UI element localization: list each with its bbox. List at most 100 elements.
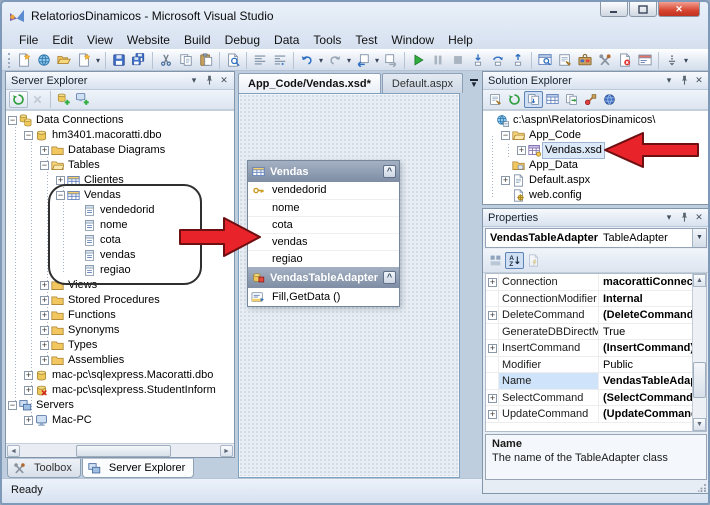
tool-tab-toolbox[interactable]: Toolbox bbox=[7, 458, 81, 478]
format-document-icon[interactable] bbox=[250, 51, 270, 69]
navigate-backward-icon[interactable] bbox=[353, 51, 373, 69]
step-over-icon[interactable] bbox=[488, 51, 508, 69]
server-explorer-item-hm3401-macoratti-dbo[interactable]: −hm3401.macoratti.dbo bbox=[6, 128, 234, 143]
property-value[interactable]: Public bbox=[599, 357, 706, 373]
server-explorer-item-synonyms[interactable]: +Synonyms bbox=[6, 323, 234, 338]
dataset-designer-surface[interactable]: Vendas ^ vendedoridnomecotavendasregiao … bbox=[238, 93, 460, 478]
break-all-icon[interactable] bbox=[428, 51, 448, 69]
chevron-down-icon[interactable]: ▼ bbox=[692, 229, 706, 247]
menu-edit[interactable]: Edit bbox=[45, 32, 80, 48]
server-explorer-item-assemblies[interactable]: +Assemblies bbox=[6, 353, 234, 368]
window-position-menu-icon[interactable]: ▾ bbox=[187, 74, 201, 88]
property-value[interactable]: (UpdateCommand) bbox=[599, 406, 706, 422]
close-panel-icon[interactable]: ✕ bbox=[217, 74, 231, 88]
add-new-item-icon[interactable] bbox=[74, 51, 94, 69]
scroll-right-icon[interactable]: ► bbox=[220, 445, 233, 457]
expand-icon[interactable]: + bbox=[40, 146, 49, 155]
expand-icon[interactable]: + bbox=[488, 311, 497, 320]
toolbar-grip[interactable] bbox=[8, 53, 11, 68]
server-explorer-item-regiao[interactable]: regiao bbox=[6, 263, 234, 278]
collapse-icon[interactable]: − bbox=[56, 191, 65, 200]
auto-hide-pin-icon[interactable] bbox=[202, 74, 216, 88]
object-browser-icon[interactable] bbox=[535, 51, 555, 69]
expand-icon[interactable]: + bbox=[40, 281, 49, 290]
auto-hide-pin-icon[interactable] bbox=[677, 74, 691, 88]
navigate-forward-icon[interactable] bbox=[381, 51, 401, 69]
connect-to-server-icon[interactable] bbox=[73, 91, 92, 108]
step-out-icon[interactable] bbox=[508, 51, 528, 69]
adapter-method-row[interactable]: Fill,GetData () bbox=[248, 288, 399, 306]
collapse-icon[interactable]: − bbox=[501, 131, 510, 140]
document-tab-default-aspx[interactable]: Default.aspx bbox=[382, 73, 463, 93]
expand-icon[interactable]: + bbox=[488, 278, 497, 287]
collapse-chevron-icon[interactable]: ^ bbox=[383, 271, 396, 284]
property-row-insertcommand[interactable]: +InsertCommand(InsertCommand) bbox=[486, 340, 706, 357]
server-explorer-item-mac-pc-sqlexpress-macoratti-dbo[interactable]: +mac-pc\sqlexpress.Macoratti.dbo bbox=[6, 368, 234, 383]
expand-icon[interactable]: + bbox=[40, 356, 49, 365]
asp-net-configuration-icon[interactable] bbox=[581, 91, 600, 108]
undo-dropdown-icon[interactable]: ▾ bbox=[317, 56, 325, 65]
connect-to-database-icon[interactable] bbox=[54, 91, 73, 108]
menu-help[interactable]: Help bbox=[441, 32, 480, 48]
server-explorer-item-types[interactable]: +Types bbox=[6, 338, 234, 353]
server-explorer-item-servers[interactable]: −Servers bbox=[6, 398, 234, 413]
menu-window[interactable]: Window bbox=[384, 32, 441, 48]
server-explorer-item-functions[interactable]: +Functions bbox=[6, 308, 234, 323]
new-website-icon[interactable] bbox=[34, 51, 54, 69]
menu-build[interactable]: Build bbox=[177, 32, 218, 48]
paste-icon[interactable] bbox=[196, 51, 216, 69]
server-explorer-item-vendas[interactable]: −Vendas bbox=[6, 188, 234, 203]
server-explorer-item-mac-pc-sqlexpress-studentinform[interactable]: +mac-pc\sqlexpress.StudentInform bbox=[6, 383, 234, 398]
format-selection-icon[interactable] bbox=[270, 51, 290, 69]
close-button[interactable]: ✕ bbox=[658, 2, 700, 17]
web-site-administration-icon[interactable] bbox=[600, 91, 619, 108]
scrollbar-thumb[interactable] bbox=[76, 445, 171, 457]
solution-explorer-item-default-aspx[interactable]: +Default.aspx bbox=[483, 173, 709, 188]
expand-icon[interactable]: + bbox=[40, 341, 49, 350]
copy-icon[interactable] bbox=[176, 51, 196, 69]
horizontal-scrollbar[interactable]: ◄ ► bbox=[6, 443, 234, 457]
menu-data[interactable]: Data bbox=[267, 32, 306, 48]
solution-explorer-item-c-aspn-relatoriosdinamicos[interactable]: c:\aspn\RelatoriosDinamicos\ bbox=[483, 113, 709, 128]
server-explorer-item-mac-pc[interactable]: +Mac-PC bbox=[6, 413, 234, 428]
vertical-scrollbar[interactable]: ▲ ▼ bbox=[692, 274, 706, 431]
server-explorer-item-database-diagrams[interactable]: +Database Diagrams bbox=[6, 143, 234, 158]
expand-icon[interactable]: + bbox=[40, 311, 49, 320]
vendas-table-header[interactable]: Vendas ^ bbox=[248, 161, 399, 182]
expand-icon[interactable]: + bbox=[488, 410, 497, 419]
find-in-files-icon[interactable] bbox=[223, 51, 243, 69]
collapse-icon[interactable]: − bbox=[40, 161, 49, 170]
menu-tools[interactable]: Tools bbox=[306, 32, 348, 48]
menu-debug[interactable]: Debug bbox=[218, 32, 267, 48]
close-panel-icon[interactable]: ✕ bbox=[692, 211, 706, 225]
toolbar-options-dropdown-icon[interactable]: ▾ bbox=[682, 56, 690, 65]
navigate-backward-dropdown-icon[interactable]: ▾ bbox=[373, 56, 381, 65]
delete-icon[interactable] bbox=[28, 91, 47, 108]
maximize-button[interactable] bbox=[629, 2, 657, 17]
stop-debugging-icon[interactable] bbox=[448, 51, 468, 69]
server-explorer-item-tables[interactable]: −Tables bbox=[6, 158, 234, 173]
categorized-icon[interactable] bbox=[486, 252, 505, 269]
view-code-icon[interactable] bbox=[543, 91, 562, 108]
property-row-updatecommand[interactable]: +UpdateCommand(UpdateCommand) bbox=[486, 406, 706, 423]
object-selector-dropdown[interactable]: VendasTableAdapter TableAdapter ▼ bbox=[485, 228, 707, 248]
tool-tab-server-explorer[interactable]: Server Explorer bbox=[82, 458, 194, 478]
expand-icon[interactable]: + bbox=[24, 386, 33, 395]
collapse-chevron-icon[interactable]: ^ bbox=[383, 165, 396, 178]
properties-window-icon[interactable] bbox=[555, 51, 575, 69]
designer-column-cota[interactable]: cota bbox=[248, 216, 399, 233]
active-files-dropdown-icon[interactable]: ▼ bbox=[470, 73, 478, 93]
property-value[interactable]: (DeleteCommand) bbox=[599, 307, 706, 323]
undo-icon[interactable] bbox=[297, 51, 317, 69]
save-icon[interactable] bbox=[109, 51, 129, 69]
collapse-icon[interactable]: − bbox=[8, 116, 17, 125]
property-row-connection[interactable]: +ConnectionmacorattiConnection bbox=[486, 274, 706, 291]
expand-icon[interactable]: + bbox=[24, 371, 33, 380]
designer-column-regiao[interactable]: regiao bbox=[248, 250, 399, 267]
save-all-icon[interactable] bbox=[129, 51, 149, 69]
scroll-up-icon[interactable]: ▲ bbox=[693, 274, 706, 287]
property-pages-icon[interactable] bbox=[524, 252, 543, 269]
toolbar-options-icon[interactable] bbox=[662, 51, 682, 69]
window-position-menu-icon[interactable]: ▾ bbox=[662, 211, 676, 225]
output-window-icon[interactable] bbox=[635, 51, 655, 69]
